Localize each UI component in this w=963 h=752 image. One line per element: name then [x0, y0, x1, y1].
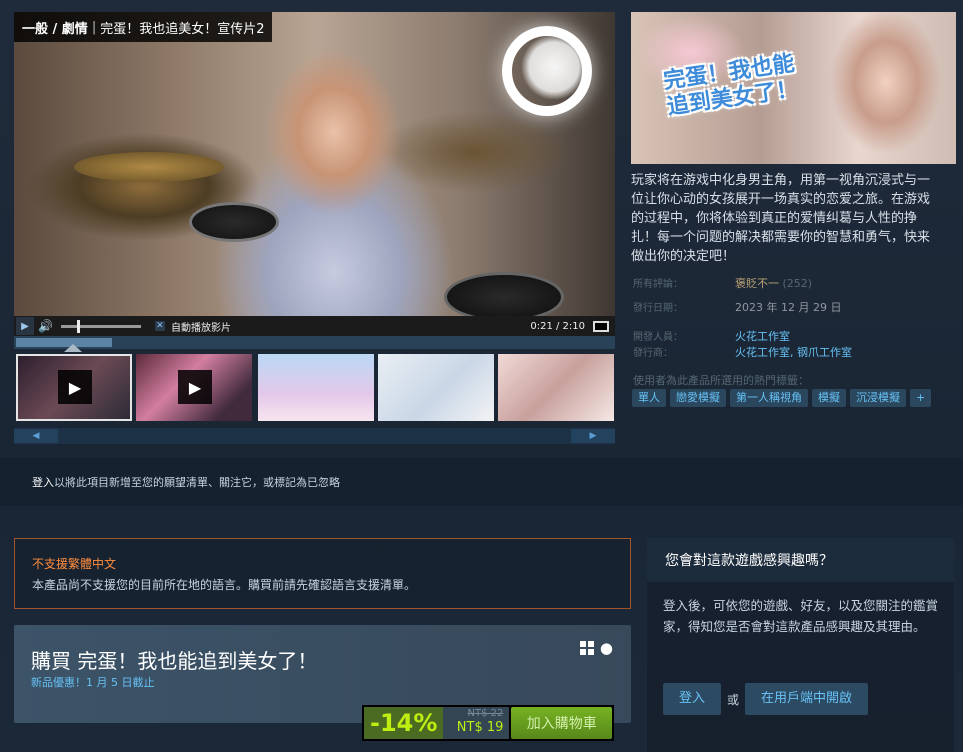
developer-link[interactable]: 火花工作室 — [735, 328, 790, 344]
original-price: NT$ 22 — [467, 708, 504, 719]
login-prompt-bar: 登入以將此項目新增至您的願望清單、關注它，或標記為已忽略 — [0, 458, 963, 506]
interest-heading: 您會對這款遊戲感興趣嗎？ — [647, 538, 954, 582]
thumbnail-video-2[interactable]: ▶ — [136, 354, 252, 421]
tag-item[interactable]: 第一人稱視角 — [730, 389, 808, 407]
video-player[interactable]: 一般 / 劇情 | 完蛋！我也追美女！宣传片2 ▶ 🔊 ✕ 自動播放影片 0:2… — [14, 12, 615, 336]
interest-actions: 登入 或 在用戶端中開啟 — [663, 683, 869, 715]
reviews-label: 所有評論： — [633, 279, 683, 290]
buy-area: -14% NT$ 22 NT$ 19 加入購物車 — [362, 705, 614, 741]
windows-icon — [579, 641, 594, 655]
thumbnail-scrollbar[interactable]: ◀ ▶ — [14, 428, 615, 444]
thumbnail-screenshot-3[interactable] — [498, 354, 614, 421]
video-time: 0:21 / 2:10 — [530, 320, 585, 332]
tag-item[interactable]: 單人 — [632, 389, 666, 407]
video-frame[interactable] — [14, 12, 615, 322]
language-warning: 不支援繁體中文 本產品尚不支援您的目前所在地的語言。購買前請先確認語言支援清單。 — [14, 538, 631, 609]
game-logo: 完蛋！我也能追到美女了！ — [661, 51, 800, 121]
publisher-label: 發行商： — [633, 348, 673, 359]
video-title-separator: | — [91, 19, 97, 35]
reviews-row: 所有評論： 褒貶不一 (252) — [633, 275, 953, 291]
language-warning-title: 不支援繁體中文 — [32, 557, 117, 571]
price-block: NT$ 22 NT$ 19 — [443, 707, 510, 739]
tag-item[interactable]: 戀愛模擬 — [670, 389, 726, 407]
language-warning-body: 本產品尚不支援您的目前所在地的語言。購買前請先確認語言支援清單。 — [32, 578, 417, 592]
developer-label: 開發人員： — [633, 332, 683, 343]
video-controls: ▶ 🔊 ✕ 自動播放影片 0:21 / 2:10 — [14, 316, 615, 336]
add-to-cart-button[interactable]: 加入購物車 — [511, 707, 612, 739]
interest-box: 您會對這款遊戲感興趣嗎？ 登入後，可依您的遊戲、好友，以及您關注的鑑賞家，得知您… — [647, 538, 954, 752]
video-title-bar: 一般 / 劇情 | 完蛋！我也追美女！宣传片2 — [14, 12, 273, 42]
play-icon[interactable]: ▶ — [16, 317, 34, 335]
login-prompt-message: 以將此項目新增至您的願望清單、關注它，或標記為已忽略 — [54, 476, 340, 489]
fullscreen-icon[interactable] — [593, 320, 609, 332]
platform-icons: ● — [579, 639, 613, 657]
final-price: NT$ 19 — [456, 720, 504, 735]
drum-scenery-large — [444, 272, 564, 322]
scroll-right-icon[interactable]: ▶ — [571, 429, 615, 443]
login-prompt-text: 登入以將此項目新增至您的願望清單、關注它，或標記為已忽略 — [32, 474, 340, 490]
developer-row: 開發人員： 火花工作室 — [633, 328, 953, 344]
promo-text: 新品優惠！1 月 5 日截止 — [31, 676, 155, 689]
autoplay-checkbox[interactable]: ✕ — [154, 321, 165, 331]
game-description: 玩家将在游戏中化身男主角，用第一视角沉浸式与一位让你心动的女孩展开一场真实的恋爱… — [631, 173, 931, 264]
selected-thumb-pointer — [64, 344, 82, 352]
thumbnail-video-1[interactable]: ▶ — [16, 354, 132, 421]
purchase-title: 購買 完蛋！我也能追到美女了！ — [31, 649, 318, 673]
tag-item[interactable]: 模擬 — [812, 389, 846, 407]
volume-icon[interactable]: 🔊 — [38, 319, 53, 333]
tags-label: 使用者為此產品所選用的熱門標籤： — [633, 374, 809, 387]
publisher-row: 發行商： 火花工作室, 钢爪工作室 — [633, 344, 953, 360]
login-button[interactable]: 登入 — [663, 683, 722, 715]
tag-item[interactable]: 沉浸模擬 — [850, 389, 906, 407]
open-in-client-button[interactable]: 在用戶端中開啟 — [745, 683, 869, 715]
ring-light-scenery — [502, 26, 592, 116]
discount-percent: -14% — [364, 707, 444, 739]
or-label: 或 — [727, 692, 740, 707]
header-capsule-image: 完蛋！我也能追到美女了！ — [631, 12, 956, 164]
drum-scenery — [189, 202, 279, 242]
video-progress[interactable] — [14, 336, 615, 352]
thumbnail-screenshot-1[interactable] — [258, 354, 374, 421]
apple-icon: ● — [599, 639, 613, 657]
tag-list: 單人 戀愛模擬 第一人稱視角 模擬 沉浸模擬 + — [632, 389, 932, 407]
cymbal-scenery — [74, 152, 224, 182]
release-label: 發行日期： — [633, 303, 683, 314]
reviews-value[interactable]: 褒貶不一 — [735, 277, 779, 290]
scroll-left-icon[interactable]: ◀ — [14, 429, 58, 443]
release-date-row: 發行日期： 2023 年 12 月 29 日 — [633, 299, 953, 315]
purchase-box: 購買 完蛋！我也能追到美女了！ 新品優惠！1 月 5 日截止 ● -14% NT… — [14, 625, 631, 741]
autoplay-label[interactable]: 自動播放影片 — [171, 319, 231, 334]
interest-body: 登入後，可依您的遊戲、好友，以及您關注的鑑賞家，得知您是否會對這款產品感興趣及其… — [663, 598, 939, 634]
login-link[interactable]: 登入 — [32, 476, 54, 489]
thumbnail-screenshot-2[interactable] — [378, 354, 494, 421]
reviews-count: (252) — [782, 277, 813, 290]
video-title: 完蛋！我也追美女！宣传片2 — [100, 21, 265, 37]
publisher-link[interactable]: 火花工作室, 钢爪工作室 — [735, 344, 852, 360]
video-category: 一般 / 劇情 — [22, 21, 88, 37]
volume-slider-thumb[interactable] — [76, 319, 80, 333]
volume-slider[interactable] — [60, 319, 141, 333]
play-icon: ▶ — [58, 370, 92, 404]
release-date: 2023 年 12 月 29 日 — [735, 301, 842, 314]
play-icon: ▶ — [178, 370, 212, 404]
media-thumbnail-strip: ▶ ▶ — [14, 354, 615, 422]
reviews-summary[interactable]: 褒貶不一 (252) — [735, 275, 812, 291]
add-tag-button[interactable]: + — [910, 389, 932, 407]
